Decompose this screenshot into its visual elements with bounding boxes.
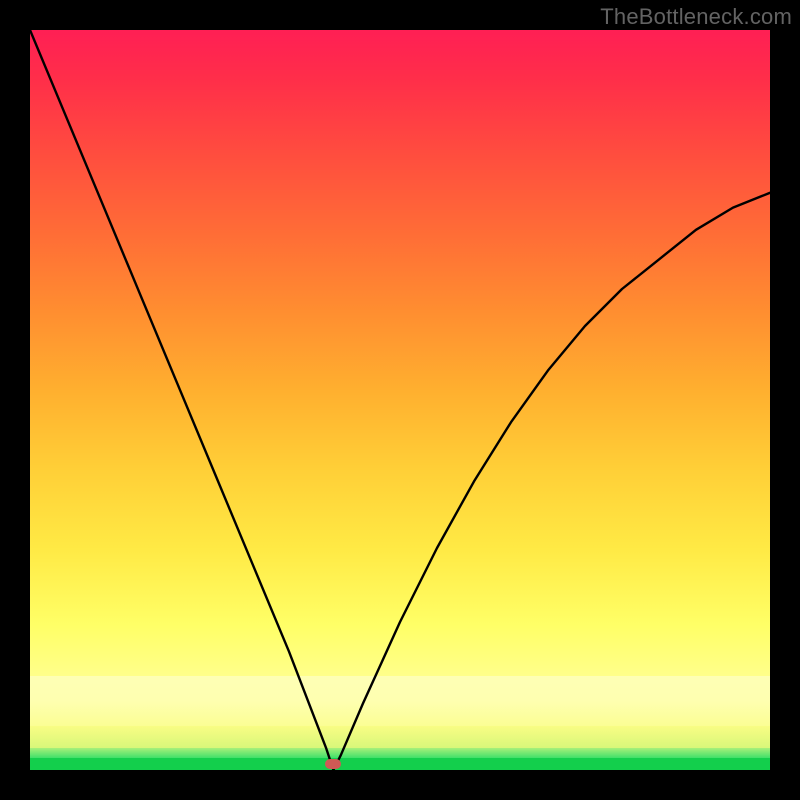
watermark-text: TheBottleneck.com: [600, 4, 792, 30]
optimum-marker: [325, 759, 341, 769]
bottleneck-curve: [30, 30, 770, 770]
plot-area: [30, 30, 770, 770]
chart-frame: TheBottleneck.com: [0, 0, 800, 800]
